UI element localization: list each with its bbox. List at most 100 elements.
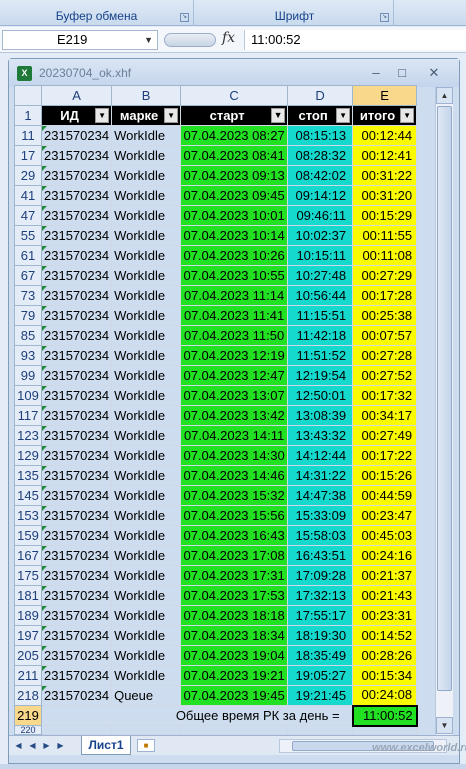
marker-cell[interactable]: WorkIdle [111,525,182,546]
name-box[interactable]: E219 ▼ [2,30,158,50]
start-cell[interactable]: 07.04.2023 19:21 [180,665,289,686]
id-cell[interactable]: 231570234 [40,385,113,406]
next-sheet-icon[interactable]: ▶ [41,739,52,752]
id-cell[interactable]: 231570234 [40,425,113,446]
row-header[interactable]: 73 [14,285,42,306]
marker-cell[interactable]: WorkIdle [111,305,182,326]
id-cell[interactable]: 231570234 [40,505,113,526]
marker-cell[interactable]: Queue [111,685,182,706]
row-header[interactable]: 153 [14,505,42,526]
id-cell[interactable]: 231570234 [40,545,113,566]
id-cell[interactable]: 231570234 [40,405,113,426]
id-cell[interactable]: 231570234 [40,445,113,466]
row-header[interactable]: 109 [14,385,42,406]
start-cell[interactable]: 07.04.2023 14:46 [180,465,289,486]
last-sheet-icon[interactable]: ▶ [55,739,66,752]
stop-cell[interactable]: 16:43:51 [287,545,354,566]
total-label-cell[interactable]: Общее время РК за день = [40,705,354,726]
filter-dropdown-icon[interactable]: ▼ [95,108,110,123]
start-cell[interactable]: 07.04.2023 18:18 [180,605,289,626]
stop-cell[interactable]: 14:12:44 [287,445,354,466]
marker-cell[interactable]: WorkIdle [111,485,182,506]
empty-cell[interactable] [40,725,113,735]
scroll-up-icon[interactable]: ▲ [436,87,453,104]
column-header-e[interactable]: E [352,85,418,106]
start-cell[interactable]: 07.04.2023 17:53 [180,585,289,606]
row-header[interactable]: 93 [14,345,42,366]
row-header[interactable]: 175 [14,565,42,586]
id-cell[interactable]: 231570234 [40,525,113,546]
row-header[interactable]: 11 [14,125,42,146]
stop-cell[interactable]: 17:09:28 [287,565,354,586]
total-cell[interactable]: 00:31:22 [352,165,418,186]
header-cell-start[interactable]: старт ▼ [180,105,289,126]
total-value-cell[interactable]: 11:00:52 [351,704,418,727]
marker-cell[interactable]: WorkIdle [111,225,182,246]
stop-cell[interactable]: 17:32:13 [287,585,354,606]
first-sheet-icon[interactable]: ◀ [13,739,24,752]
start-cell[interactable]: 07.04.2023 10:14 [180,225,289,246]
marker-cell[interactable]: WorkIdle [111,605,182,626]
start-cell[interactable]: 07.04.2023 15:56 [180,505,289,526]
stop-cell[interactable]: 17:55:17 [287,605,354,626]
id-cell[interactable]: 231570234 [40,205,113,226]
marker-cell[interactable]: WorkIdle [111,585,182,606]
start-cell[interactable]: 07.04.2023 17:31 [180,565,289,586]
total-cell[interactable]: 00:28:26 [352,645,418,666]
stop-cell[interactable]: 12:50:01 [287,385,354,406]
start-cell[interactable]: 07.04.2023 11:50 [180,325,289,346]
marker-cell[interactable]: WorkIdle [111,665,182,686]
row-header[interactable]: 219 [14,705,42,726]
total-cell[interactable]: 00:34:17 [352,405,418,426]
total-cell[interactable]: 00:31:20 [352,185,418,206]
id-cell[interactable]: 231570234 [40,285,113,306]
header-cell-total[interactable]: итого ▼ [352,105,418,126]
id-cell[interactable]: 231570234 [40,365,113,386]
marker-cell[interactable]: WorkIdle [111,545,182,566]
start-cell[interactable]: 07.04.2023 14:11 [180,425,289,446]
row-header[interactable]: 129 [14,445,42,466]
marker-cell[interactable]: WorkIdle [111,445,182,466]
stop-cell[interactable]: 11:51:52 [287,345,354,366]
row-header[interactable]: 61 [14,245,42,266]
total-cell[interactable]: 00:14:52 [352,625,418,646]
id-cell[interactable]: 231570234 [40,165,113,186]
select-all-corner[interactable] [14,85,42,106]
marker-cell[interactable]: WorkIdle [111,405,182,426]
total-cell[interactable]: 00:23:47 [352,505,418,526]
start-cell[interactable]: 07.04.2023 16:43 [180,525,289,546]
row-header[interactable]: 181 [14,585,42,606]
marker-cell[interactable]: WorkIdle [111,505,182,526]
filter-dropdown-icon[interactable]: ▼ [336,108,351,123]
row-header[interactable]: 189 [14,605,42,626]
row-header[interactable]: 205 [14,645,42,666]
marker-cell[interactable]: WorkIdle [111,645,182,666]
id-cell[interactable]: 231570234 [40,565,113,586]
header-cell-stop[interactable]: стоп ▼ [287,105,354,126]
stop-cell[interactable]: 13:43:32 [287,425,354,446]
total-cell[interactable]: 00:21:37 [352,565,418,586]
marker-cell[interactable]: WorkIdle [111,125,182,146]
id-cell[interactable]: 231570234 [40,145,113,166]
header-cell-id[interactable]: ИД ▼ [40,105,113,126]
filter-active-icon[interactable]: ▼ [271,108,286,123]
stop-cell[interactable]: 12:19:54 [287,365,354,386]
scroll-down-icon[interactable]: ▼ [436,717,453,734]
marker-cell[interactable]: WorkIdle [111,325,182,346]
stop-cell[interactable]: 18:19:30 [287,625,354,646]
stop-cell[interactable]: 10:02:37 [287,225,354,246]
row-header[interactable]: 220 [14,725,42,735]
marker-cell[interactable]: WorkIdle [111,425,182,446]
id-cell[interactable]: 231570234 [40,185,113,206]
id-cell[interactable]: 231570234 [40,265,113,286]
total-cell[interactable]: 00:24:16 [352,545,418,566]
empty-cell[interactable] [180,725,289,735]
clipboard-launcher-icon[interactable]: ↘ [180,13,189,22]
total-cell[interactable]: 00:21:43 [352,585,418,606]
maximize-icon[interactable]: □ [391,64,413,82]
row-header[interactable]: 135 [14,465,42,486]
column-header-a[interactable]: A [40,85,113,106]
insert-function-icon[interactable]: fx [222,30,235,46]
stop-cell[interactable]: 15:58:03 [287,525,354,546]
total-cell[interactable]: 00:15:29 [352,205,418,226]
